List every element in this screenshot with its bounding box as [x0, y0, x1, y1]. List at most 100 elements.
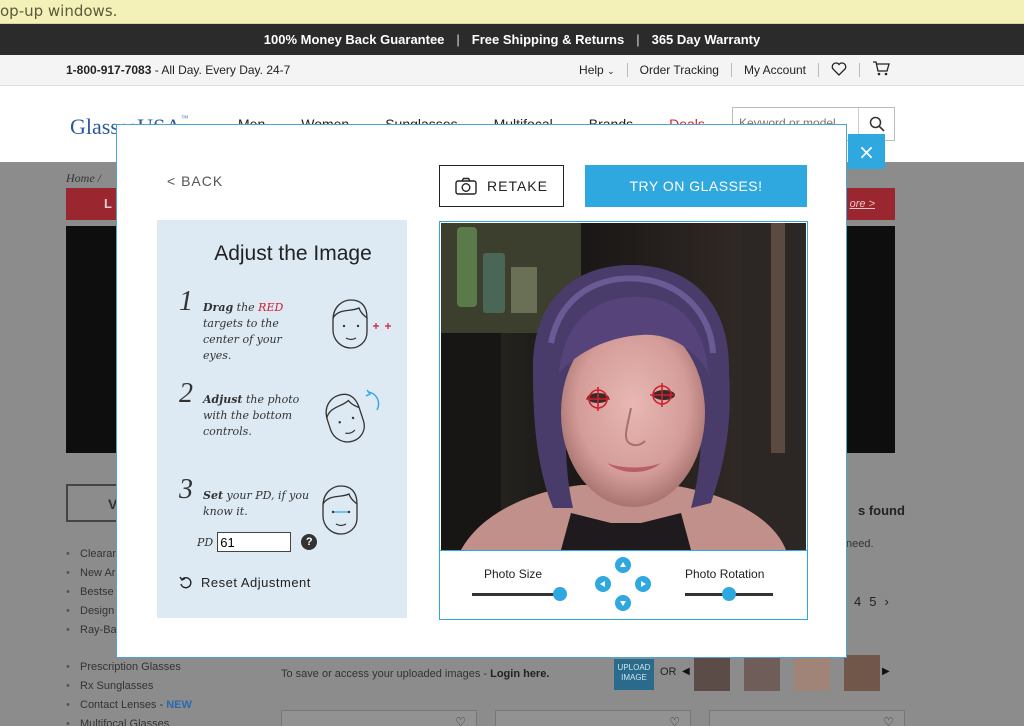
phone-info: 1-800-917-7083 - All Day. Every Day. 24-… [66, 63, 290, 77]
product-card[interactable]: ♡ [709, 710, 905, 726]
back-button[interactable]: < BACK [167, 173, 223, 189]
photo-size-knob[interactable] [553, 587, 568, 601]
help-menu[interactable]: Help ⌄ [579, 63, 615, 77]
photo-rotation-label: Photo Rotation [685, 567, 765, 581]
list-item[interactable]: Prescription Glasses [66, 658, 192, 677]
banner-more-link[interactable]: ore > [850, 198, 875, 210]
step-text: Set your PD, if you know it. [203, 488, 313, 520]
results-note: need. [846, 538, 874, 550]
divider [818, 63, 819, 77]
login-link[interactable]: Login here. [490, 668, 549, 680]
arrow-left-icon [600, 581, 605, 587]
step-number: 3 [179, 474, 193, 505]
page-link[interactable]: 4 [854, 594, 861, 609]
list-item[interactable]: Rx Sunglasses [66, 677, 192, 696]
list-item[interactable]: Clearan [66, 545, 118, 564]
move-left-button[interactable] [595, 576, 611, 592]
upload-prompt-text: To save or access your uploaded images - [281, 668, 491, 680]
photo-frame: Photo Size Photo Rotation [439, 221, 808, 620]
camera-icon [455, 177, 477, 195]
breadcrumb[interactable]: Home / [66, 171, 101, 186]
list-item[interactable]: Multifocal Glasses [66, 715, 192, 726]
face-drag-targets-icon [332, 299, 391, 349]
heart-icon[interactable]: ♡ [455, 715, 466, 726]
model-thumbnail[interactable] [794, 655, 830, 691]
money-back-text: 100% Money Back Guarantee [263, 32, 445, 47]
photo-rotation-knob[interactable] [722, 587, 736, 601]
reset-label: Reset Adjustment [201, 575, 311, 590]
photo-rotation-slider[interactable] [685, 587, 773, 601]
model-thumbnail[interactable] [744, 655, 780, 691]
divider [730, 63, 732, 77]
photo-controls: Photo Size Photo Rotation [440, 550, 807, 619]
retake-button[interactable]: RETAKE [439, 165, 564, 207]
prev-model-icon[interactable]: ◀ [682, 666, 690, 677]
instructions-panel: Adjust the Image 1 Drag the RED targets … [157, 220, 407, 618]
category-list-2: Prescription Glasses Rx Sunglasses Conta… [66, 658, 192, 726]
step-verb: Adjust [203, 393, 243, 406]
product-card[interactable]: ♡ [281, 710, 477, 726]
contact-bar: 1-800-917-7083 - All Day. Every Day. 24-… [0, 55, 1024, 86]
list-item-label: Contact Lenses - [80, 699, 167, 711]
pd-label: PD [197, 535, 214, 549]
move-right-button[interactable] [635, 576, 651, 592]
divider [626, 63, 628, 77]
photo-size-label: Photo Size [484, 567, 543, 581]
model-thumbnail[interactable] [694, 655, 730, 691]
product-cards: ♡ ♡ ♡ [281, 710, 905, 726]
utility-nav: Help ⌄ Order Tracking My Account [579, 61, 890, 79]
cart-icon[interactable] [872, 61, 890, 79]
list-item[interactable]: Bestse [66, 583, 119, 602]
next-model-icon[interactable]: ▶ [882, 666, 890, 677]
try-on-button[interactable]: TRY ON GLASSES! [585, 165, 807, 207]
help-icon[interactable]: ? [301, 534, 318, 550]
my-account-link[interactable]: My Account [744, 63, 806, 77]
upload-image-button[interactable]: UPLOAD IMAGE [614, 659, 654, 690]
heart-icon[interactable] [831, 61, 847, 79]
move-down-button[interactable] [615, 595, 631, 611]
upload-prompt: To save or access your uploaded images -… [281, 668, 549, 680]
user-photo[interactable] [441, 223, 806, 550]
list-item[interactable]: Design [66, 602, 119, 621]
close-button[interactable]: × [848, 134, 885, 169]
arrow-up-icon [620, 562, 626, 567]
step-verb: Set [203, 489, 224, 502]
step-verb: Drag [203, 301, 234, 314]
chevron-down-icon: ⌄ [607, 66, 615, 76]
reset-adjustment-button[interactable]: Reset Adjustment [179, 575, 311, 590]
results-count: s found [858, 503, 905, 518]
new-badge: NEW [166, 699, 192, 711]
heart-icon[interactable]: ♡ [669, 715, 680, 726]
phone-hours: - All Day. Every Day. 24-7 [151, 63, 291, 77]
order-tracking-link[interactable]: Order Tracking [640, 63, 719, 77]
move-up-button[interactable] [615, 557, 631, 573]
panel-title: Adjust the Image [214, 242, 372, 265]
photo-size-slider[interactable] [472, 587, 568, 601]
face-pd-icon [322, 485, 358, 535]
help-label: Help [579, 63, 604, 77]
list-item[interactable]: Contact Lenses - NEW [66, 696, 192, 715]
red-word: RED [258, 301, 284, 314]
face-rotate-icon [325, 389, 380, 443]
step-number: 1 [179, 286, 193, 317]
pd-row: PD ? [197, 532, 318, 552]
banner-text: L [104, 196, 112, 211]
browser-popup-notice: op-up windows. [0, 0, 1024, 24]
pd-input[interactable] [217, 532, 292, 552]
list-item[interactable]: New Ar [66, 564, 119, 583]
model-thumbnail[interactable] [844, 655, 880, 691]
adjust-image-modal: < BACK RETAKE TRY ON GLASSES! Adjust the… [116, 124, 847, 658]
next-page-icon[interactable]: › [884, 594, 888, 609]
divider [859, 63, 860, 77]
step-text-part: the [233, 301, 259, 314]
list-item[interactable]: Ray-Ba [66, 621, 119, 640]
step-text: Adjust the photo with the bottom control… [203, 392, 313, 440]
product-card[interactable]: ♡ [495, 710, 691, 726]
heart-icon[interactable]: ♡ [883, 715, 894, 726]
step-number: 2 [179, 378, 193, 409]
promo-separator: | [636, 32, 640, 47]
phone-number[interactable]: 1-800-917-7083 [66, 63, 151, 77]
page-link[interactable]: 5 [869, 594, 876, 609]
reset-icon [179, 576, 192, 588]
free-shipping-text: Free Shipping & Returns [471, 32, 625, 47]
